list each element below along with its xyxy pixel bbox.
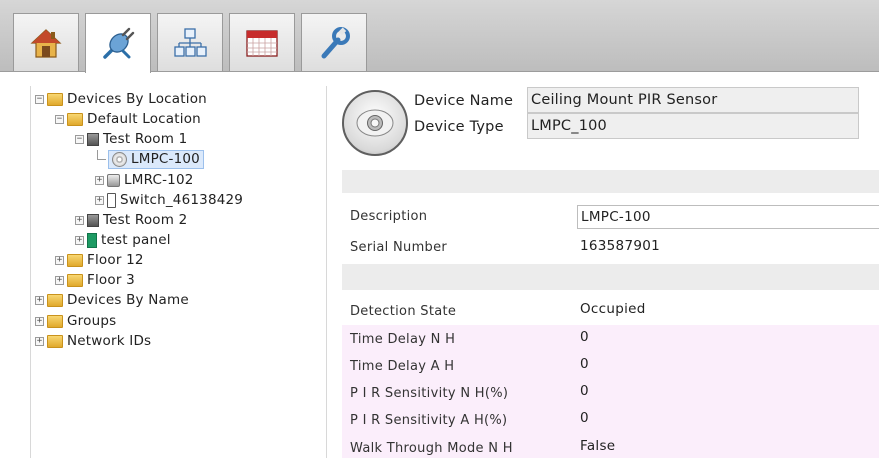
expand-icon[interactable]: + <box>75 215 84 225</box>
tree-item-test-panel[interactable]: + test panel <box>75 230 171 250</box>
tab-home[interactable] <box>13 13 79 71</box>
hierarchy-icon <box>173 26 207 60</box>
folder-icon <box>67 253 83 267</box>
time-delay-nh-label: Time Delay N H <box>350 332 456 347</box>
time-delay-nh-value: 0 <box>580 329 589 345</box>
switch-icon <box>107 192 116 208</box>
expand-icon[interactable]: + <box>35 316 44 326</box>
pir-sensitivity-ah-label: P I R Sensitivity A H(%) <box>350 413 508 428</box>
pir-sensitivity-ah-value: 0 <box>580 410 589 426</box>
tab-devices[interactable] <box>85 13 151 73</box>
expand-icon[interactable]: + <box>55 275 64 285</box>
calendar-icon <box>244 26 280 60</box>
expand-icon[interactable]: + <box>75 235 84 245</box>
detection-state-label: Detection State <box>350 304 457 319</box>
tree-item-test-room-1[interactable]: − Test Room 1 <box>75 129 187 149</box>
pir-sensitivity-nh-label: P I R Sensitivity N H(%) <box>350 386 509 401</box>
tree-item-network-ids[interactable]: + Network IDs <box>35 331 151 351</box>
tab-calendar[interactable] <box>229 13 295 71</box>
home-icon <box>29 26 63 60</box>
main-toolbar <box>0 0 879 73</box>
tree-item-lmrc-102[interactable]: + LMRC-102 <box>95 170 194 190</box>
serial-number-label: Serial Number <box>350 240 448 255</box>
section-separator <box>342 264 879 290</box>
expand-icon[interactable]: + <box>55 255 64 265</box>
folder-icon <box>47 293 63 307</box>
tree-item-test-room-2[interactable]: + Test Room 2 <box>75 210 187 230</box>
collapse-icon[interactable]: − <box>75 134 84 144</box>
tree-item-floor-3[interactable]: + Floor 3 <box>55 270 135 290</box>
tab-tools[interactable] <box>301 13 367 71</box>
plug-icon <box>99 25 137 63</box>
serial-number-value: 163587901 <box>580 238 661 254</box>
tree-item-devices-by-name[interactable]: + Devices By Name <box>35 290 189 310</box>
sensor-icon <box>342 90 408 156</box>
time-delay-ah-value: 0 <box>580 356 589 372</box>
selected-node[interactable]: LMPC-100 <box>108 149 204 169</box>
expand-icon[interactable]: + <box>35 295 44 305</box>
description-label: Description <box>350 209 428 224</box>
collapse-icon[interactable]: − <box>55 114 64 124</box>
tree-item-devices-by-location[interactable]: − Devices By Location <box>35 89 207 109</box>
time-delay-ah-label: Time Delay A H <box>350 359 455 374</box>
device-name-label: Device Name <box>414 93 514 109</box>
expand-icon[interactable]: + <box>95 195 104 205</box>
tree-item-switch[interactable]: + Switch_46138429 <box>95 190 243 210</box>
panel-icon <box>87 232 97 248</box>
wrench-icon <box>317 26 351 60</box>
room-icon <box>87 132 99 146</box>
device-type-value: LMPC_100 <box>527 113 859 139</box>
section-separator <box>342 170 879 193</box>
walk-through-mode-nh-label: Walk Through Mode N H <box>350 441 513 456</box>
tab-hierarchy[interactable] <box>157 13 223 71</box>
folder-icon <box>67 112 83 126</box>
tree-item-default-location[interactable]: − Default Location <box>55 109 201 129</box>
room-icon <box>87 213 99 227</box>
device-name-value: Ceiling Mount PIR Sensor <box>527 87 859 113</box>
sensor-icon <box>112 151 127 167</box>
pir-sensitivity-nh-value: 0 <box>580 383 589 399</box>
controller-icon <box>107 173 120 187</box>
collapse-icon[interactable]: − <box>35 94 44 104</box>
walk-through-mode-nh-value: False <box>580 438 616 454</box>
folder-icon <box>47 314 63 328</box>
detection-state-value: Occupied <box>580 301 646 317</box>
folder-icon <box>47 334 63 348</box>
tree-item-floor-12[interactable]: + Floor 12 <box>55 250 144 270</box>
folder-icon <box>47 92 63 106</box>
tree-item-groups[interactable]: + Groups <box>35 311 116 331</box>
description-input[interactable]: LMPC-100 <box>577 205 879 229</box>
expand-icon[interactable]: + <box>95 175 104 185</box>
tree-item-lmpc-100[interactable]: LMPC-100 <box>95 149 204 169</box>
device-type-label: Device Type <box>414 119 504 135</box>
expand-icon[interactable]: + <box>35 336 44 346</box>
folder-icon <box>67 273 83 287</box>
